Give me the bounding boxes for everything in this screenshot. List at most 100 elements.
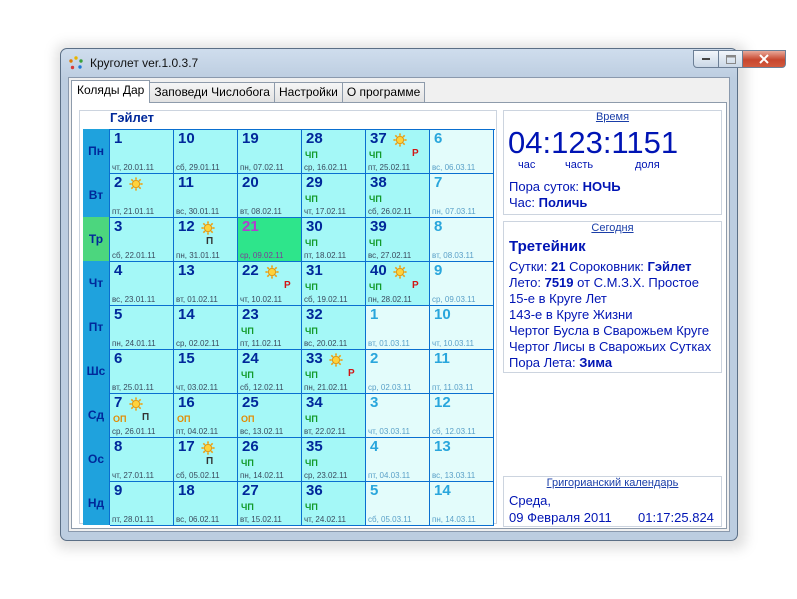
calendar-day[interactable]: 39 ЧП вс, 27.02.11 bbox=[366, 218, 430, 262]
day-number: 9 bbox=[434, 262, 443, 279]
sun-icon bbox=[201, 221, 215, 235]
calendar-day[interactable]: 19 пн, 07.02.11 bbox=[238, 130, 302, 174]
calendar-day[interactable]: 37 ЧП Рпт, 25.02.11 bbox=[366, 130, 430, 174]
calendar-day[interactable]: 3 чт, 03.03.11 bbox=[366, 394, 430, 438]
app-icon bbox=[69, 56, 83, 70]
gregorian-date-label: сб, 12.03.11 bbox=[432, 427, 476, 436]
calendar-day[interactable]: 5 сб, 05.03.11 bbox=[366, 482, 430, 526]
calendar-day[interactable]: 28 ЧП ср, 16.02.11 bbox=[302, 130, 366, 174]
calendar-day[interactable]: 22 Рчт, 10.02.11 bbox=[238, 262, 302, 306]
gregorian-date-label: сб, 26.02.11 bbox=[368, 207, 412, 216]
gregorian-date-label: пн, 31.01.11 bbox=[176, 251, 220, 260]
calendar-day[interactable]: 9 ср, 09.03.11 bbox=[430, 262, 494, 306]
calendar-day[interactable]: 2 ср, 02.03.11 bbox=[366, 350, 430, 394]
calendar-day[interactable]: 33 ЧП Рпн, 21.02.11 bbox=[302, 350, 366, 394]
gregorian-date-label: вс, 13.03.11 bbox=[432, 471, 476, 480]
calendar-day[interactable]: 16 ОП пт, 04.02.11 bbox=[174, 394, 238, 438]
calendar-day[interactable]: 11 пт, 11.03.11 bbox=[430, 350, 494, 394]
title-bar[interactable]: Круголет ver.1.0.3.7 bbox=[61, 49, 786, 77]
calendar-day[interactable]: 35 ЧП ср, 23.02.11 bbox=[302, 438, 366, 482]
day-number: 24 bbox=[242, 350, 259, 367]
day-number: 13 bbox=[178, 262, 195, 279]
day-number: 11 bbox=[434, 350, 450, 367]
weekday-label: Ос bbox=[87, 452, 104, 466]
calendar-day[interactable]: 23 ЧП пт, 11.02.11 bbox=[238, 306, 302, 350]
chp-mark: ЧП bbox=[369, 150, 382, 160]
calendar-day[interactable]: 25 ОП вс, 13.02.11 bbox=[238, 394, 302, 438]
calendar-day[interactable]: 13 вт, 01.02.11 bbox=[174, 262, 238, 306]
calendar-day[interactable]: 12 Ппн, 31.01.11 bbox=[174, 218, 238, 262]
today-panel: Сегодня Третейник Сутки: 21 Сороковник: … bbox=[503, 221, 722, 373]
calendar-day[interactable]: 38 ЧП сб, 26.02.11 bbox=[366, 174, 430, 218]
calendar-frame: Гэйлет Пн Вт Тр Чт Пт Шс Сд Ос Нд 1 чт, 20.01.11 2… bbox=[79, 110, 497, 526]
calendar-day[interactable]: 15 чт, 03.02.11 bbox=[174, 350, 238, 394]
calendar-day[interactable]: 26 ЧП пн, 14.02.11 bbox=[238, 438, 302, 482]
weekday-label: Пн bbox=[88, 144, 104, 158]
calendar-day[interactable]: 30 ЧП пт, 18.02.11 bbox=[302, 218, 366, 262]
maximize-icon bbox=[725, 54, 736, 64]
calendar-day[interactable]: 14 ср, 02.02.11 bbox=[174, 306, 238, 350]
day-number: 31 bbox=[306, 262, 323, 279]
calendar-day[interactable]: 18 вс, 06.02.11 bbox=[174, 482, 238, 526]
day-number: 4 bbox=[114, 262, 123, 279]
calendar-day[interactable]: 9 пт, 28.01.11 bbox=[110, 482, 174, 526]
calendar-day[interactable]: 34 ЧП вт, 22.02.11 bbox=[302, 394, 366, 438]
chp-mark: ЧП bbox=[305, 238, 318, 248]
tab-zapovedi[interactable]: Заповеди Числобога bbox=[149, 82, 275, 102]
calendar-day[interactable]: 10 чт, 10.03.11 bbox=[430, 306, 494, 350]
weekday-label: Нд bbox=[87, 496, 105, 510]
calendar-day[interactable]: 8 вт, 08.03.11 bbox=[430, 218, 494, 262]
close-button[interactable] bbox=[742, 50, 786, 68]
calendar-day[interactable]: 13 вс, 13.03.11 bbox=[430, 438, 494, 482]
day-number: 35 bbox=[306, 438, 323, 455]
maximize-button[interactable] bbox=[718, 50, 743, 68]
calendar-day[interactable]: 20 вт, 08.02.11 bbox=[238, 174, 302, 218]
calendar-day[interactable]: 40 ЧП Рпн, 28.02.11 bbox=[366, 262, 430, 306]
gregorian-date-label: пн, 28.02.11 bbox=[368, 295, 412, 304]
chp-mark: ЧП bbox=[305, 194, 318, 204]
calendar-day[interactable]: 36 ЧП чт, 24.02.11 bbox=[302, 482, 366, 526]
today-link[interactable]: Сегодня bbox=[504, 222, 721, 234]
calendar-day[interactable]: 3 сб, 22.01.11 bbox=[110, 218, 174, 262]
calendar-day[interactable]: 29 ЧП чт, 17.02.11 bbox=[302, 174, 366, 218]
calendar-day[interactable]: 7 пн, 07.03.11 bbox=[430, 174, 494, 218]
calendar-day[interactable]: 4 пт, 04.03.11 bbox=[366, 438, 430, 482]
calendar-day[interactable]: 6 вс, 06.03.11 bbox=[430, 130, 494, 174]
calendar-day[interactable]: 27 ЧП вт, 15.02.11 bbox=[238, 482, 302, 526]
minimize-button[interactable] bbox=[693, 50, 719, 68]
calendar-day[interactable]: 4 вс, 23.01.11 bbox=[110, 262, 174, 306]
calendar-day[interactable]: 7 ОП Пср, 26.01.11 bbox=[110, 394, 174, 438]
gregorian-date-label: пт, 25.02.11 bbox=[368, 163, 411, 172]
calendar-day[interactable]: 8 чт, 27.01.11 bbox=[110, 438, 174, 482]
time-of-day: Пора суток: НОЧЬ bbox=[509, 179, 621, 194]
day-number: 39 bbox=[370, 218, 387, 235]
calendar-day[interactable]: 24 ЧП сб, 12.02.11 bbox=[238, 350, 302, 394]
calendar-day[interactable]: 11 вс, 30.01.11 bbox=[174, 174, 238, 218]
calendar-day[interactable]: 1 вт, 01.03.11 bbox=[366, 306, 430, 350]
chp-mark: ЧП bbox=[305, 414, 318, 424]
calendar-day[interactable]: 14 пн, 14.03.11 bbox=[430, 482, 494, 526]
gregorian-date-label: ср, 09.03.11 bbox=[432, 295, 476, 304]
window-title: Круголет ver.1.0.3.7 bbox=[90, 56, 199, 70]
calendar-day[interactable]: 12 сб, 12.03.11 bbox=[430, 394, 494, 438]
tab-about[interactable]: О программе bbox=[341, 82, 426, 102]
calendar-day-today[interactable]: 21 ср, 09.02.11 bbox=[238, 218, 302, 262]
calendar-day[interactable]: 10 сб, 29.01.11 bbox=[174, 130, 238, 174]
calendar-day[interactable]: 32 ЧП вс, 20.02.11 bbox=[302, 306, 366, 350]
calendar-day[interactable]: 17 Псб, 05.02.11 bbox=[174, 438, 238, 482]
calendar-day[interactable]: 2 пт, 21.01.11 bbox=[110, 174, 174, 218]
calendar-day[interactable]: 1 чт, 20.01.11 bbox=[110, 130, 174, 174]
gregorian-date-label: ср, 23.02.11 bbox=[304, 471, 348, 480]
time-label-part: часть bbox=[565, 159, 594, 171]
chp-mark: ЧП bbox=[369, 238, 382, 248]
calendar-day[interactable]: 5 пн, 24.01.11 bbox=[110, 306, 174, 350]
calendar-day[interactable]: 6 вт, 25.01.11 bbox=[110, 350, 174, 394]
gregorian-date-label: вт, 01.03.11 bbox=[368, 339, 410, 348]
gregorian-date-label: сб, 05.02.11 bbox=[176, 471, 220, 480]
tab-kolyady-dar[interactable]: Коляды Дар bbox=[71, 80, 151, 103]
gregorian-date-label: вт, 22.02.11 bbox=[304, 427, 346, 436]
gregorian-link[interactable]: Григорианский календарь bbox=[504, 477, 721, 489]
tab-settings[interactable]: Настройки bbox=[273, 82, 343, 102]
time-link[interactable]: Время bbox=[504, 111, 721, 123]
calendar-day[interactable]: 31 ЧП сб, 19.02.11 bbox=[302, 262, 366, 306]
